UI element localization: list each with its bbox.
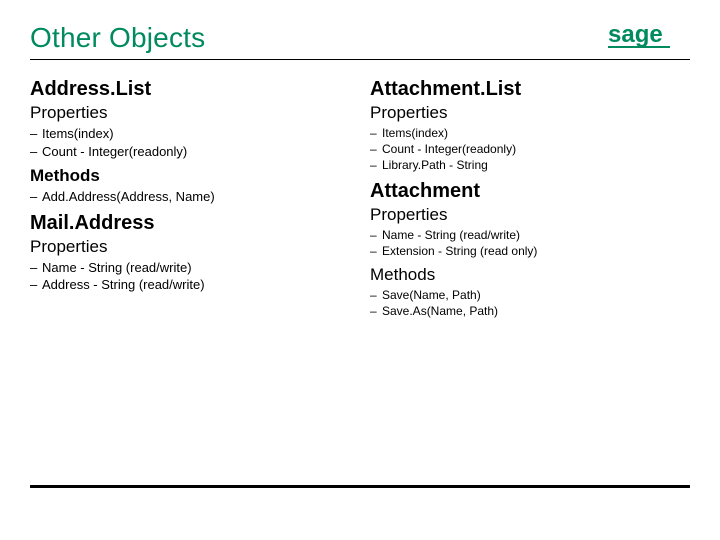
subsection-heading: Methods: [30, 166, 350, 186]
section-heading: Mail.Address: [30, 212, 350, 235]
sage-wordmark: sage: [608, 21, 663, 48]
right-column: Attachment.List Properties Items(index) …: [370, 74, 690, 325]
subsection-heading: Properties: [30, 237, 350, 257]
subsection-heading: Properties: [370, 103, 690, 123]
section-heading: Attachment: [370, 180, 690, 203]
page-title: Other Objects: [30, 22, 205, 54]
property-list: Name - String (read/write) Address - Str…: [30, 259, 350, 294]
title-underline: [30, 59, 690, 60]
list-item: Name - String (read/write): [370, 227, 690, 243]
list-item: Count - Integer(readonly): [30, 143, 350, 161]
list-item: Save.As(Name, Path): [370, 303, 690, 319]
list-item: Count - Integer(readonly): [370, 141, 690, 157]
header: Other Objects sage: [30, 18, 690, 55]
section-heading: Address.List: [30, 78, 350, 101]
list-item: Address - String (read/write): [30, 276, 350, 294]
subsection-heading: Properties: [30, 103, 350, 123]
sage-logo: sage: [608, 20, 690, 55]
property-list: Items(index) Count - Integer(readonly) L…: [370, 125, 690, 174]
content-columns: Address.List Properties Items(index) Cou…: [30, 74, 690, 325]
subsection-heading: Properties: [370, 205, 690, 225]
method-list: Save(Name, Path) Save.As(Name, Path): [370, 287, 690, 319]
list-item: Save(Name, Path): [370, 287, 690, 303]
footer-rule: [30, 485, 690, 488]
method-list: Add.Address(Address, Name): [30, 188, 350, 206]
list-item: Name - String (read/write): [30, 259, 350, 277]
list-item: Library.Path - String: [370, 157, 690, 173]
list-item: Items(index): [370, 125, 690, 141]
property-list: Items(index) Count - Integer(readonly): [30, 125, 350, 160]
section-heading: Attachment.List: [370, 78, 690, 101]
list-item: Add.Address(Address, Name): [30, 188, 350, 206]
slide: Other Objects sage Address.List Properti…: [0, 0, 720, 540]
list-item: Extension - String (read only): [370, 243, 690, 259]
property-list: Name - String (read/write) Extension - S…: [370, 227, 690, 259]
subsection-heading: Methods: [370, 265, 690, 285]
list-item: Items(index): [30, 125, 350, 143]
left-column: Address.List Properties Items(index) Cou…: [30, 74, 350, 325]
sage-logo-svg: sage: [608, 20, 690, 50]
